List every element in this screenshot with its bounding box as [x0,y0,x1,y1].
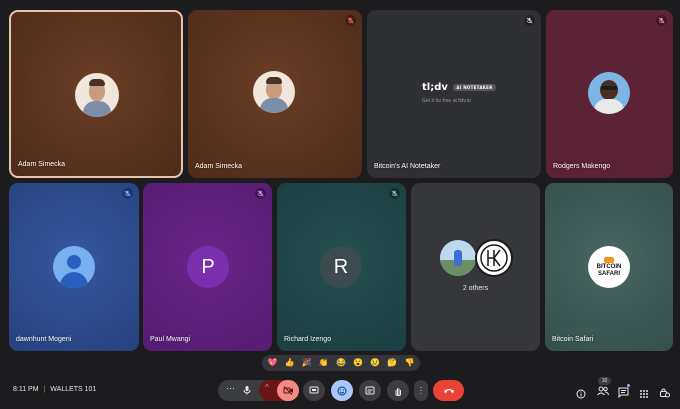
people-button[interactable]: 10 [595,377,613,397]
captions-icon [365,386,375,395]
chat-icon [618,387,629,399]
notetaker-logo: tl;dv AI NOTETAKER [422,82,496,93]
meeting-title: WALLETS 101 [50,386,97,393]
participant-tile-adam-1[interactable]: Adam Simecka [9,10,183,178]
participant-name: dawnhunt Mogeni [16,336,72,343]
more-options-vertical-button[interactable]: ··· [414,380,428,401]
activities-button[interactable] [639,386,649,398]
present-icon [309,386,319,394]
avatar [440,240,476,276]
camera-options-button[interactable]: ^ [259,380,299,401]
hangup-icon [443,389,454,393]
reaction-party[interactable]: 🎉 [302,355,312,371]
meeting-details: 8:11 PM | WALLETS 101 [13,386,96,393]
others-label: 2 others [462,285,489,292]
avatar: P [187,246,229,288]
raise-hand-icon [395,387,401,396]
reaction-thinking[interactable]: 🤔 [387,355,397,371]
separator: | [43,386,46,393]
leave-call-button[interactable] [433,380,464,401]
participant-name: Rodgers Makengo [553,163,611,170]
participant-name: Bitcoin Safari [552,336,594,343]
participant-tile-richard[interactable]: R Richard Izengo [277,183,406,351]
reactions-bar: 💖 👍 🎉 👏 😂 😮 😢 🤔 👎 [262,355,420,371]
default-avatar-icon [53,246,95,288]
captions-button[interactable] [359,380,381,401]
participant-tile-adam-2[interactable]: Adam Simecka [188,10,362,178]
mic-off-icon [345,15,356,26]
more-vertical-icon: ··· [416,386,427,395]
reaction-heart[interactable]: 💖 [268,355,278,371]
avatar [75,73,119,117]
raise-hand-button[interactable] [387,380,409,401]
participant-name: Adam Simecka [195,163,243,170]
emoji-button[interactable] [331,380,353,401]
participant-name: Bitcoin's AI Notetaker [374,163,441,170]
mic-off-icon [255,188,266,199]
chat-unread-dot [627,384,630,387]
participant-tile-dawnhunt[interactable]: dawnhunt Mogeni [9,183,139,351]
participant-name: Richard Izengo [284,336,332,343]
avatar: BITCOIN SAFARI [588,246,630,288]
notetaker-logo-text: tl;dv [422,82,448,93]
participant-tile-paul[interactable]: P Paul Mwangi [143,183,272,351]
chat-button[interactable] [618,384,630,399]
people-icon [597,386,609,396]
meeting-info-button[interactable] [576,386,586,399]
participant-name: Adam Simecka [18,161,66,168]
mic-off-icon [524,15,535,26]
bitcoin-safari-logo-line1: BITCOIN [596,263,622,270]
camera-off-icon [283,386,293,395]
host-controls-button[interactable] [659,385,670,398]
mic-off-icon [389,188,400,199]
avatar [253,71,295,113]
bitcoin-safari-logo-line2: SAFARI [597,270,620,277]
participant-name: Paul Mwangi [150,336,191,343]
notetaker-tagline: Get it for free at tldv.io [422,98,471,104]
reaction-surprised[interactable]: 😮 [353,355,363,371]
more-icon: ··· [226,383,235,393]
participant-tile-bitcoin-safari[interactable]: BITCOIN SAFARI Bitcoin Safari [545,183,673,351]
camera-toggle[interactable] [277,380,299,401]
avatar [475,239,513,277]
mic-off-icon [656,15,667,26]
avatar [588,72,630,114]
info-icon [576,389,586,399]
people-count-badge: 10 [598,377,611,385]
reaction-thumbs-down[interactable]: 👎 [404,355,414,371]
participant-tile-rodgers[interactable]: Rodgers Makengo [546,10,673,178]
emoji-icon [337,386,347,395]
activities-icon [640,390,648,398]
host-controls-icon [660,388,670,398]
participant-tile-others[interactable]: 2 others [411,183,540,351]
avatar: R [320,246,362,288]
reaction-sad[interactable]: 😢 [370,355,380,371]
reaction-thumbs-up[interactable]: 👍 [285,355,295,371]
clock: 8:11 PM [13,386,39,393]
mic-off-icon [122,188,133,199]
reaction-laugh[interactable]: 😂 [336,355,346,371]
reaction-clap[interactable]: 👏 [319,355,329,371]
chevron-up-icon: ^ [265,383,269,392]
notetaker-badge: AI NOTETAKER [453,83,496,91]
present-button[interactable] [303,380,325,401]
mic-icon [243,386,251,395]
participant-tile-notetaker[interactable]: tl;dv AI NOTETAKER Get it for free at tl… [367,10,541,178]
